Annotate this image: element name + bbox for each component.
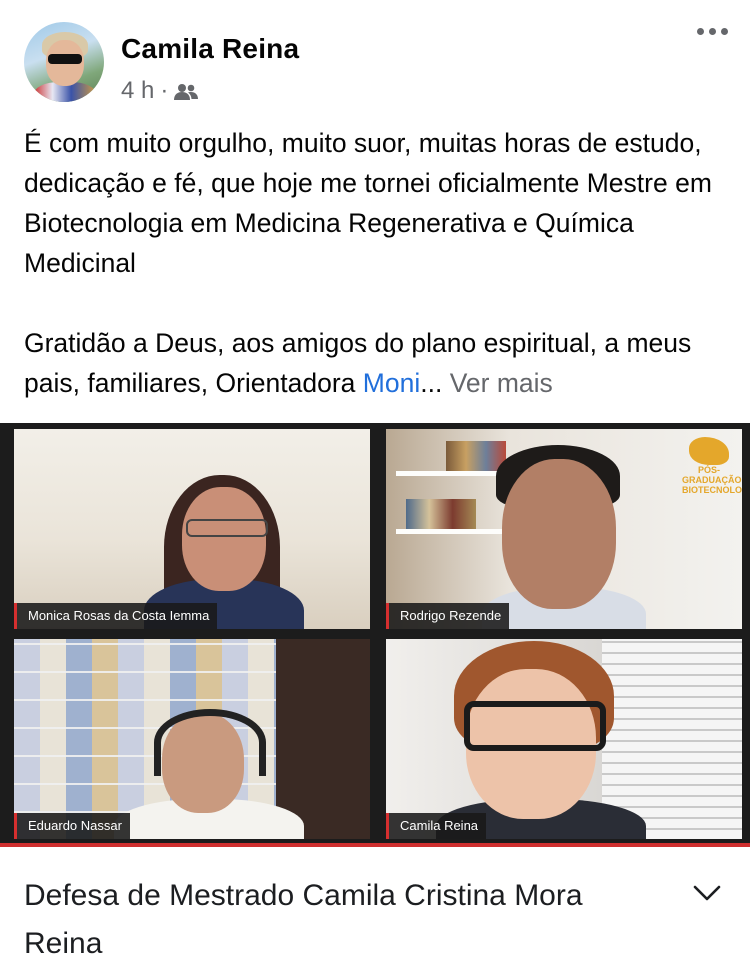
video-tile-2: PÓS-GRADUAÇÃO BIOTECNOLOGIA Rodrigo Reze… [386, 429, 742, 629]
video-tile-4: Camila Reina [386, 639, 742, 839]
logo-text: PÓS-GRADUAÇÃO BIOTECNOLOGIA [682, 465, 742, 495]
post-text: É com muito orgulho, muito suor, muitas … [24, 123, 729, 403]
see-more-link[interactable]: Ver mais [450, 368, 553, 398]
video-title[interactable]: Defesa de Mestrado Camila Cristina Mora … [24, 872, 664, 968]
participant-label: Monica Rosas da Costa Iemma [14, 603, 218, 629]
mention-link[interactable]: Moni [363, 368, 420, 398]
biotecnologia-logo: PÓS-GRADUAÇÃO BIOTECNOLOGIA [682, 437, 742, 495]
post-paragraph-2-text: Gratidão a Deus, aos amigos do plano esp… [24, 328, 692, 398]
post-paragraph-1: É com muito orgulho, muito suor, muitas … [24, 128, 712, 278]
participant-label: Rodrigo Rezende [386, 603, 510, 629]
participant-label: Camila Reina [386, 813, 487, 839]
chevron-down-icon[interactable] [693, 884, 721, 902]
video-progress-bar [0, 843, 750, 847]
post-paragraph-2: Gratidão a Deus, aos amigos do plano esp… [24, 323, 729, 403]
video-tile-1: Monica Rosas da Costa Iemma [14, 429, 370, 629]
meta-separator: · [160, 77, 169, 104]
video-tile-3: Eduardo Nassar [14, 639, 370, 839]
more-options-icon[interactable] [697, 28, 728, 35]
author-name[interactable]: Camila Reina [121, 33, 299, 65]
friends-icon [174, 84, 199, 100]
post-media-video[interactable]: Monica Rosas da Costa Iemma PÓS-GRADUAÇÃ… [0, 423, 750, 847]
author-avatar[interactable] [24, 22, 104, 102]
ellipsis: ... [420, 368, 443, 398]
post-meta: 4 h · [121, 77, 199, 105]
participant-label: Eduardo Nassar [14, 813, 130, 839]
post-time[interactable]: 4 h [121, 77, 154, 105]
